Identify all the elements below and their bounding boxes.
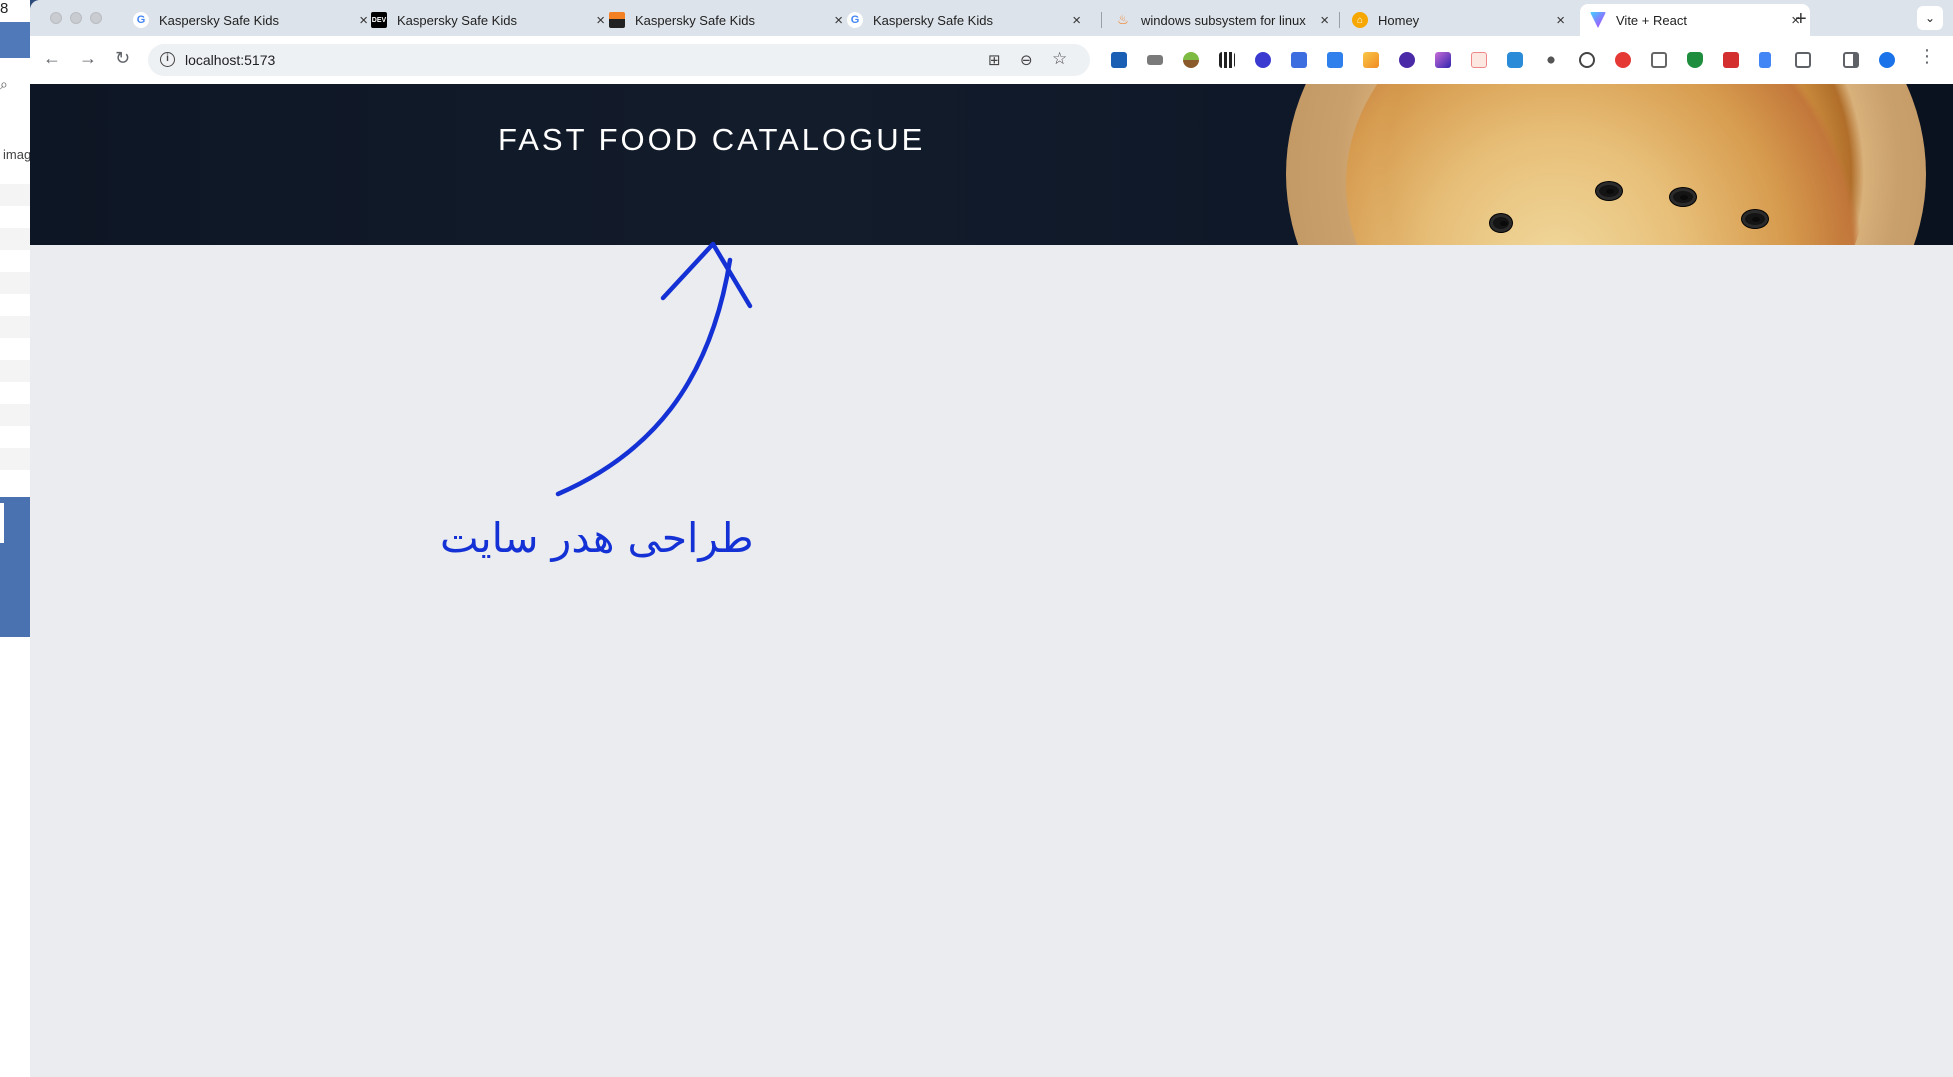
bug-extension-icon[interactable]	[1543, 52, 1559, 68]
new-tab-button[interactable]: +	[1795, 8, 1807, 31]
extension-icon-1[interactable]	[1111, 52, 1127, 68]
background-rows	[0, 184, 30, 482]
extension-icon-12[interactable]	[1507, 52, 1523, 68]
profile-avatar-icon[interactable]	[1879, 52, 1895, 68]
tab-title: Kaspersky Safe Kids	[873, 12, 993, 28]
extension-icon-9[interactable]	[1399, 52, 1415, 68]
minimize-window-button[interactable]	[70, 12, 82, 24]
tab-title: windows subsystem for linux	[1141, 12, 1306, 28]
extension-icon-3[interactable]	[1183, 52, 1199, 68]
tab-title: Kaspersky Safe Kids	[635, 12, 755, 28]
address-bar[interactable]: i localhost:5173 ⊞ ⊖ ☆	[148, 44, 1090, 76]
close-tab-icon[interactable]: ×	[1556, 12, 1565, 29]
browser-window: G Kaspersky Safe Kids × DEV Kaspersky Sa…	[30, 0, 1953, 1077]
side-panel-icon[interactable]	[1843, 52, 1859, 68]
arrow-head	[660, 241, 753, 309]
close-tab-icon[interactable]: ×	[1320, 12, 1329, 29]
browser-toolbar: ← → ↻ i localhost:5173 ⊞ ⊖ ☆ ⋮	[30, 36, 1953, 84]
extension-icon-19[interactable]	[1759, 52, 1771, 68]
dev-icon: DEV	[371, 12, 387, 28]
bookmark-star-icon[interactable]: ☆	[1052, 49, 1067, 69]
extension-icon-8[interactable]	[1363, 52, 1379, 68]
qr-extension-icon[interactable]	[1219, 52, 1235, 68]
background-search-icon: ⌕	[0, 76, 8, 92]
annotation-text: طراحی هدر سایت	[440, 514, 754, 562]
close-tab-icon[interactable]: ×	[1072, 12, 1081, 29]
tab-1[interactable]: G Kaspersky Safe Kids ×	[123, 4, 378, 36]
tab-2[interactable]: DEV Kaspersky Safe Kids ×	[361, 4, 615, 36]
tab-4[interactable]: G Kaspersky Safe Kids ×	[837, 4, 1091, 36]
stackoverflow-icon	[609, 12, 625, 28]
background-blue-panel	[0, 497, 30, 637]
extension-icon-5[interactable]	[1255, 52, 1271, 68]
extension-icon-14[interactable]	[1579, 52, 1595, 68]
reload-button[interactable]: ↻	[115, 48, 130, 69]
menu-kebab-icon[interactable]: ⋮	[1918, 46, 1936, 67]
background-partial-text: imag	[3, 147, 30, 162]
stackoverflow-icon: ♨	[1117, 12, 1129, 27]
extension-icon-16[interactable]	[1651, 52, 1667, 68]
site-info-icon[interactable]: i	[160, 52, 175, 67]
vite-icon	[1590, 12, 1606, 28]
homey-icon: ⌂	[1352, 12, 1368, 28]
back-button[interactable]: ←	[43, 48, 61, 69]
extension-icon-11[interactable]	[1471, 52, 1487, 68]
tab-title: Kaspersky Safe Kids	[397, 12, 517, 28]
arrow-shaft	[555, 257, 733, 497]
forward-button[interactable]: →	[79, 48, 97, 69]
shield-extension-icon[interactable]	[1687, 52, 1703, 68]
tab-5[interactable]: ♨ windows subsystem for linux ×	[1105, 4, 1339, 36]
window-controls	[50, 12, 102, 24]
tab-title: Vite + React	[1616, 12, 1687, 28]
extension-icon-2[interactable]	[1147, 55, 1163, 65]
extension-icon-10[interactable]	[1435, 52, 1451, 68]
close-window-button[interactable]	[50, 12, 62, 24]
background-window-strip: 8 ⌕ imag	[0, 0, 30, 1077]
video-extension-icon[interactable]	[1723, 52, 1739, 68]
background-number: 8	[0, 0, 9, 17]
tab-strip: G Kaspersky Safe Kids × DEV Kaspersky Sa…	[30, 0, 1953, 36]
extension-icon-6[interactable]	[1291, 52, 1307, 68]
zoom-icon[interactable]: ⊖	[1020, 51, 1033, 69]
tab-6[interactable]: ⌂ Homey ×	[1342, 4, 1575, 36]
background-blue-bar	[0, 22, 30, 58]
annotation-arrow	[555, 241, 753, 497]
tab-search-button[interactable]: ⌄	[1917, 6, 1943, 30]
tab-title: Kaspersky Safe Kids	[159, 12, 279, 28]
adblock-extension-icon[interactable]	[1615, 52, 1631, 68]
url-text[interactable]: localhost:5173	[185, 52, 275, 68]
page-viewport: FAST FOOD CATALOGUE طراحی هدر سایت	[30, 84, 1953, 1077]
tab-7-active[interactable]: Vite + React ×	[1580, 4, 1810, 36]
tab-separator	[1101, 12, 1102, 28]
maximize-window-button[interactable]	[90, 12, 102, 24]
tab-title: Homey	[1378, 12, 1420, 28]
google-icon: G	[847, 12, 863, 28]
google-icon: G	[133, 12, 149, 28]
tab-3[interactable]: Kaspersky Safe Kids ×	[599, 4, 853, 36]
download-extension-icon[interactable]	[1327, 52, 1343, 68]
translate-icon[interactable]: ⊞	[988, 51, 1001, 69]
extensions-puzzle-icon[interactable]	[1795, 52, 1811, 68]
tab-separator	[1339, 12, 1340, 28]
